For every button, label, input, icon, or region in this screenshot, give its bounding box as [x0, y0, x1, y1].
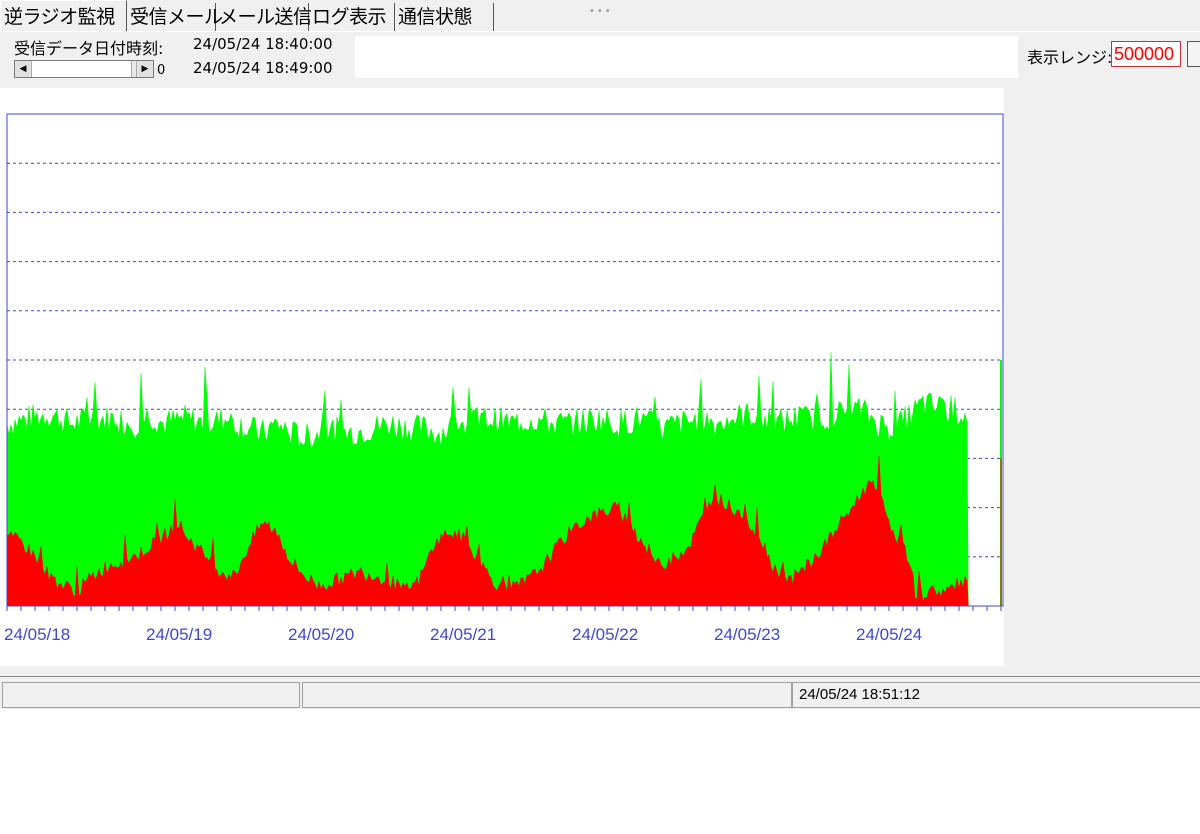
datetime-label: 受信データ日付時刻: — [14, 39, 164, 58]
x-axis-label: 24/05/23 — [714, 625, 780, 644]
tab-divider — [0, 31, 1200, 32]
datetime-end: 24/05/24 18:49:00 — [193, 59, 333, 77]
status-bar: 24/05/24 18:51:12 — [0, 676, 1200, 709]
display-range-label: 表示レンジ: — [1027, 48, 1113, 67]
traffic-chart: 24/05/18 24/05/19 24/05/20 24/05/21 24/05/22… — [4, 113, 1004, 644]
main-window: 逆ラジオ監視 受信メール メール送信 ログ表示 通信状態 ••• 受信データ日付… — [0, 0, 1200, 709]
tab-reverse-radio-monitor[interactable]: 逆ラジオ監視 — [0, 0, 127, 31]
tab-comm-status[interactable]: 通信状態 — [395, 3, 494, 31]
x-axis-label: 24/05/22 — [572, 625, 638, 644]
x-axis-label: 24/05/19 — [146, 625, 212, 644]
drag-grip-icon[interactable]: ••• — [589, 6, 613, 17]
scroll-right-arrow-icon[interactable]: ▶ — [136, 61, 153, 77]
time-scrollbar[interactable]: ◀ ▶ — [14, 60, 154, 78]
x-axis-label: 24/05/21 — [430, 625, 496, 644]
x-axis-label: 24/05/24 — [856, 625, 922, 644]
tab-log-view[interactable]: ログ表示 — [309, 3, 395, 31]
tab-bar: 逆ラジオ監視 受信メール メール送信 ログ表示 通信状態 ••• — [0, 0, 1200, 32]
info-panel — [355, 36, 1018, 78]
x-axis-label: 24/05/20 — [288, 625, 354, 644]
chart-panel: 24/05/18 24/05/19 24/05/20 24/05/21 24/05/22… — [0, 88, 1004, 666]
status-panel-1 — [2, 682, 300, 708]
status-timestamp: 24/05/24 18:51:12 — [792, 682, 1200, 708]
scroll-left-arrow-icon[interactable]: ◀ — [15, 61, 32, 77]
display-range-input[interactable]: 500000 — [1111, 41, 1181, 67]
chart-x-labels: 24/05/18 24/05/19 24/05/20 24/05/21 24/05/22… — [4, 625, 922, 644]
tab-received-mail[interactable]: 受信メール — [127, 3, 223, 31]
x-axis-label: 24/05/18 — [4, 625, 70, 644]
chart-series — [6, 352, 1002, 607]
status-panel-2 — [302, 682, 792, 708]
tab-send-mail[interactable]: メール送信 — [216, 3, 312, 31]
scroll-value: 0 — [157, 63, 166, 78]
range-dropdown-button[interactable] — [1187, 41, 1200, 67]
datetime-start: 24/05/24 18:40:00 — [193, 35, 333, 53]
